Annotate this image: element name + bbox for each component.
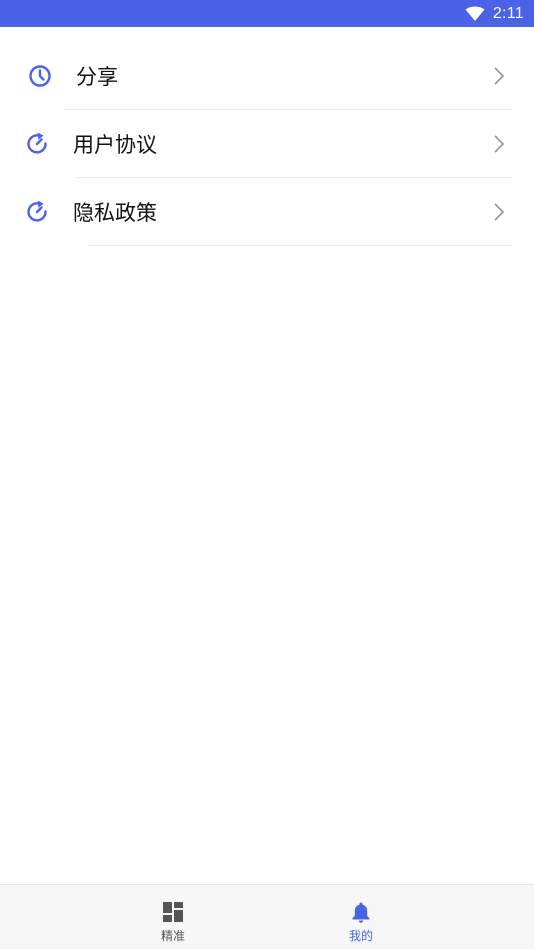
- dashboard-icon: [163, 902, 183, 922]
- menu-item-label: 用户协议: [73, 133, 157, 157]
- tab-jingzhun[interactable]: 精准: [133, 885, 213, 949]
- chevron-right-icon: [494, 67, 505, 85]
- menu-item-share[interactable]: 分享: [0, 42, 534, 110]
- bottom-nav: 精准 我的: [0, 884, 534, 949]
- bell-icon: [352, 902, 370, 923]
- wifi-icon: [465, 6, 485, 21]
- chevron-right-icon: [494, 135, 505, 153]
- menu-item-privacy-policy[interactable]: 隐私政策: [0, 178, 534, 246]
- status-time: 2:11: [492, 4, 524, 22]
- clock-icon: [29, 65, 51, 87]
- menu-item-label: 隐私政策: [73, 201, 157, 225]
- tab-label: 我的: [348, 929, 373, 943]
- menu-item-user-agreement[interactable]: 用户协议: [0, 110, 534, 178]
- refresh-icon: [27, 200, 47, 222]
- divider: [88, 245, 512, 246]
- status-bar: 2:11: [0, 0, 534, 27]
- settings-menu: 分享 用户协议 隐私政策: [0, 42, 534, 246]
- chevron-right-icon: [494, 203, 505, 221]
- menu-item-label: 分享: [76, 65, 118, 89]
- tab-mine[interactable]: 我的: [321, 885, 401, 949]
- refresh-icon: [27, 132, 47, 154]
- tab-label: 精准: [160, 929, 185, 943]
